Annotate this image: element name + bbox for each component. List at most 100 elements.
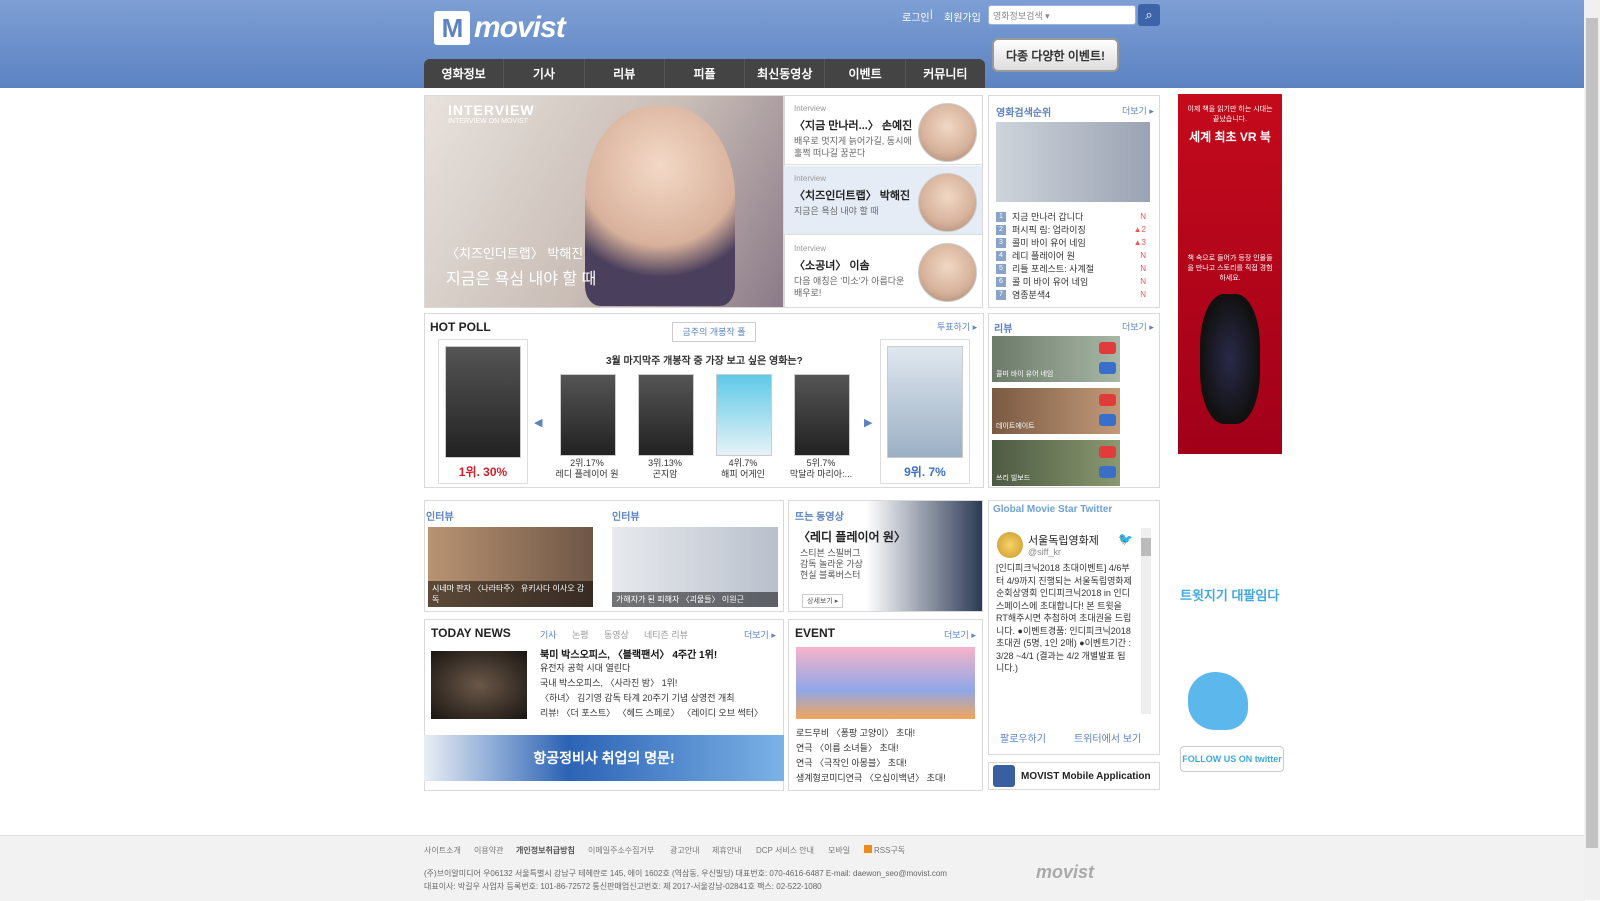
- ranking-item[interactable]: 3 콜미 바이 유어 네임 ▲3: [996, 236, 1146, 249]
- event-item[interactable]: 생계형코미디연극 〈오십이백년〉 초대!: [796, 771, 946, 784]
- rss-link[interactable]: RSS구독: [864, 845, 905, 856]
- poll-movie: 곤지암: [652, 469, 678, 479]
- video-detail-button[interactable]: 상세보기 ▸: [802, 594, 844, 608]
- review-item[interactable]: 데이트에이트: [992, 388, 1120, 434]
- footer-link[interactable]: 광고안내: [670, 845, 699, 856]
- ranking-thumbnail[interactable]: [996, 122, 1150, 202]
- interview-box-title: 인터뷰: [612, 512, 640, 523]
- review-item[interactable]: 쓰리 빌보드: [992, 440, 1120, 486]
- interview-box-photo[interactable]: 시네마 판자 〈나라타주〉 유키사다 이사오 감독: [428, 527, 593, 607]
- footer-link[interactable]: 모바일: [828, 845, 850, 856]
- poll-prev-arrow-icon[interactable]: ◀: [534, 416, 542, 429]
- poll-poster[interactable]: [794, 374, 850, 456]
- footer-link[interactable]: 이메일주소수집거부: [588, 845, 654, 856]
- ranking-item[interactable]: 5 리틀 포레스트: 사계절 N: [996, 262, 1146, 275]
- rating-icon: [1099, 394, 1116, 406]
- twitter-handle: @siff_kr: [1028, 547, 1061, 557]
- twitter-view-link[interactable]: 트위터에서 보기: [1074, 730, 1141, 745]
- poll-top-card[interactable]: 1위. 30%: [438, 339, 528, 484]
- news-more-link[interactable]: 더보기 ▸: [744, 628, 776, 641]
- poll-next-arrow-icon[interactable]: ▶: [864, 416, 872, 429]
- poll-question: 3월 마지막주 개봉작 중 가장 보고 싶은 영화는?: [606, 356, 803, 367]
- footer-logo: movist: [1036, 862, 1095, 882]
- poll-tab[interactable]: 금주의 개봉작 폴: [672, 322, 756, 342]
- poll-title: HOT POLL: [430, 320, 491, 334]
- footer-link[interactable]: 이용약관: [474, 845, 503, 856]
- footer-link[interactable]: 사이트소개: [424, 845, 461, 856]
- news-item[interactable]: 〈하녀〉 김기영 감독 타계 20주기 기념 상영전 개최: [540, 691, 735, 704]
- interview-photo: [918, 243, 977, 302]
- nav-articles[interactable]: 기사: [504, 59, 585, 88]
- news-thumbnail[interactable]: [431, 651, 527, 719]
- event-more-link[interactable]: 더보기 ▸: [944, 628, 976, 641]
- twitter-bird-image[interactable]: [1188, 672, 1248, 730]
- interview-box-photo[interactable]: 가해자가 된 피해자 〈괴물들〉 이원근: [612, 527, 778, 607]
- vr-book-ad[interactable]: 이제 책을 읽기만 하는 시대는 끝났습니다. 세계 최초 VR 북 책 속으로…: [1178, 94, 1282, 454]
- event-item[interactable]: 로드무비 〈퐁팡 고양이〉 초대!: [796, 726, 915, 739]
- news-tab[interactable]: 동영상: [604, 628, 629, 641]
- follow-us-twitter-button[interactable]: FOLLOW US ON twitter: [1180, 746, 1284, 772]
- tweet-scroll-thumb[interactable]: [1141, 538, 1151, 556]
- poll-poster[interactable]: [716, 374, 772, 456]
- poll-last-card[interactable]: 9위. 7%: [880, 339, 970, 484]
- poll-top-poster: [445, 346, 521, 458]
- poll-movie: 막달라 마리아:...: [789, 469, 853, 479]
- ranking-item[interactable]: 1 지금 만나러 갑니다 N: [996, 210, 1146, 223]
- twitter-name[interactable]: 서울독립영화제: [1028, 532, 1099, 548]
- footer-link[interactable]: 제휴안내: [712, 845, 741, 856]
- news-item[interactable]: 리뷰! 〈더 포스트〉 〈헤드 스페로〉 〈레이디 오브 썩터〉: [540, 706, 763, 719]
- rating-icon: [1099, 362, 1116, 374]
- nav-community[interactable]: 커뮤니티: [906, 59, 985, 88]
- interview-item-active[interactable]: Interview 〈치즈인더트랩〉 박해진 지금은 욕심 내야 할 때: [784, 166, 982, 235]
- site-logo[interactable]: M movist: [434, 8, 584, 48]
- poll-poster[interactable]: [638, 374, 694, 456]
- ranking-item[interactable]: 4 레디 플레이어 원N: [996, 249, 1146, 262]
- news-tab[interactable]: 논평: [572, 628, 589, 641]
- nav-videos[interactable]: 최신동영상: [745, 59, 826, 88]
- nav-people[interactable]: 피플: [665, 59, 746, 88]
- hero-tag-sub: INTERVIEW ON MOVIST: [448, 118, 528, 125]
- rating-icon: [1099, 342, 1116, 354]
- aviation-ad-banner[interactable]: 항공정비사 취업의 명문!: [424, 735, 784, 781]
- event-thumbnail[interactable]: [796, 647, 975, 719]
- news-item[interactable]: 국내 박스오피스, 〈사라진 밤〉 1위!: [540, 676, 677, 689]
- news-item[interactable]: 북미 박스오피스, 〈블랙팬서〉 4주간 1위!: [540, 646, 717, 661]
- search-button[interactable]: ⌕: [1138, 4, 1160, 26]
- poll-poster[interactable]: [560, 374, 616, 456]
- main-nav: 영화정보 기사 리뷰 피플 최신동영상 이벤트 커뮤니티: [424, 59, 985, 88]
- nav-movie-info[interactable]: 영화정보: [424, 59, 505, 88]
- event-item[interactable]: 연극 〈이름 소녀들〉 초대!: [796, 741, 899, 754]
- poll-more-link[interactable]: 투표하기 ▸: [937, 320, 977, 333]
- ranking-item[interactable]: 7 염종분색4 N: [996, 288, 1146, 301]
- page-scroll-thumb[interactable]: [1586, 18, 1598, 848]
- event-banner[interactable]: 다종 다양한 이벤트!: [992, 38, 1119, 72]
- twitter-follow-link[interactable]: 팔로우하기: [1000, 730, 1046, 745]
- login-link[interactable]: 로그인: [902, 9, 930, 24]
- review-item[interactable]: 콜미 바이 유어 네임: [992, 336, 1120, 382]
- mobile-app-banner[interactable]: MOVIST Mobile Application: [988, 762, 1160, 790]
- ranking-item[interactable]: 2 퍼시픽 림: 업라이징 ▲2: [996, 223, 1146, 236]
- footer-link[interactable]: DCP 서비스 안내: [756, 845, 814, 856]
- hero-photo: [585, 106, 735, 306]
- search-icon: ⌕: [1145, 7, 1153, 22]
- event-item[interactable]: 연극 〈극작인 아몽블〉 초대!: [796, 756, 907, 769]
- join-link[interactable]: 회원가입: [944, 9, 981, 24]
- news-tab[interactable]: 네티즌 리뷰: [644, 628, 688, 641]
- footer-link[interactable]: 개인정보취급방침: [516, 845, 575, 856]
- ranking-more-link[interactable]: 더보기 ▸: [1122, 104, 1154, 117]
- tweet-scrollbar[interactable]: [1141, 528, 1151, 714]
- poll-movie: 레디 플레이어 원: [555, 469, 619, 479]
- news-item[interactable]: 유전자 공학 시대 열린다: [540, 661, 630, 674]
- reviews-more-link[interactable]: 더보기 ▸: [1122, 320, 1154, 333]
- nav-events[interactable]: 이벤트: [825, 59, 906, 88]
- ranking-item[interactable]: 6콜 미 바이 유어 네임 N: [996, 275, 1146, 288]
- twitter-avatar: [997, 532, 1023, 558]
- news-tab[interactable]: 기사: [540, 628, 557, 641]
- mobile-app-icon: [993, 765, 1015, 787]
- twitter-ad-title[interactable]: 트윗지기 대팔임다: [1180, 585, 1279, 604]
- interview-item[interactable]: Interview 〈지금 만나러...〉 손예진 배우로 멋지게 늙어가길, …: [784, 96, 982, 165]
- nav-reviews[interactable]: 리뷰: [585, 59, 665, 88]
- interview-photo: [918, 173, 977, 232]
- search-input[interactable]: 영화정보검색 ▾: [988, 5, 1136, 25]
- interview-item[interactable]: Interview 〈소공녀〉 이솜 다음 애칭은 '미소'가 아름다운 배우로…: [784, 236, 982, 305]
